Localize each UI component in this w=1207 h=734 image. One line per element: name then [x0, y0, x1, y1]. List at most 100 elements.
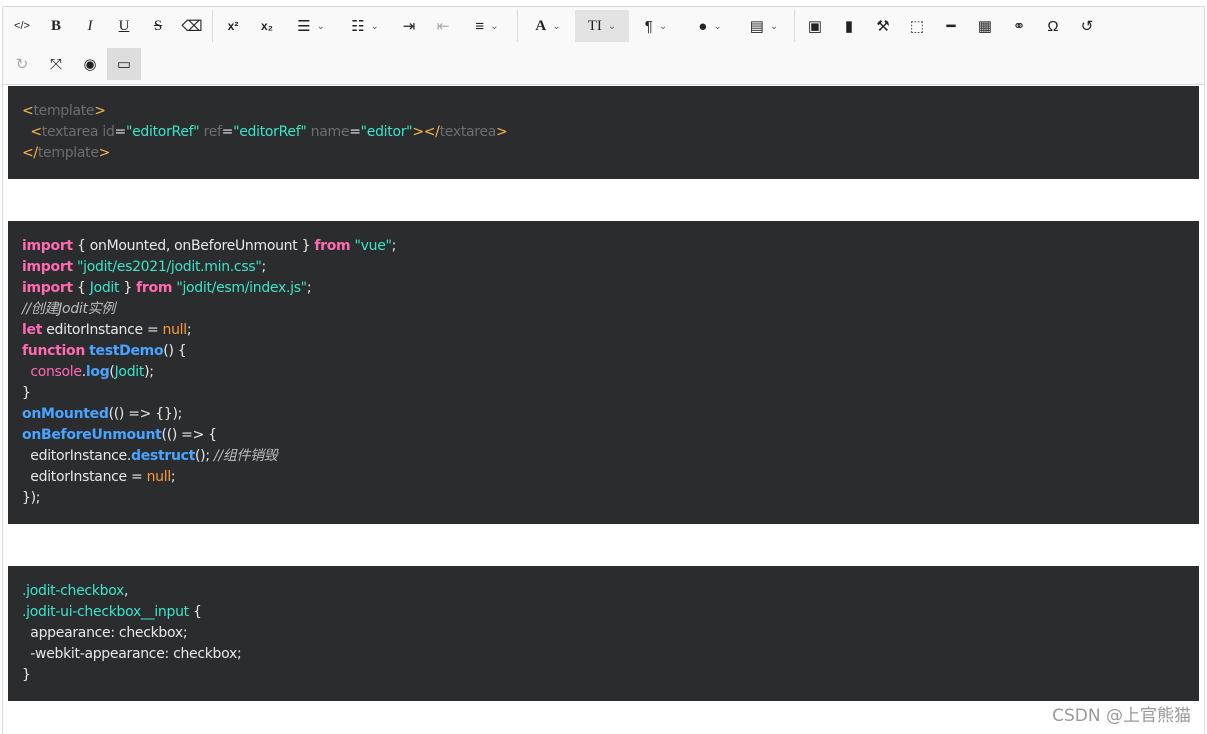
ordered-list-icon: ☷ — [351, 17, 365, 35]
toolbar-row-1: </> B I U S ⌫ x² x₂ ☰ ⌄ ☷ ⌄ ⇥ ⇤ ≡ ⌄ A ⌄ TI ⌄ ¶ ⌄ ● ⌄ ▤ ⌄ ▣ ▮ ⚒ ⬚ ━ ▦ ⚭ Ω ↺ — [3, 7, 1204, 45]
font-size-icon: TI — [587, 17, 602, 34]
underline-button[interactable]: U — [107, 10, 141, 42]
horizontal-rule-button[interactable]: ━ — [934, 10, 968, 42]
line-height-icon: ▤ — [749, 17, 764, 35]
code-token: { — [72, 280, 90, 296]
table-button[interactable]: ▦ — [968, 10, 1002, 42]
toolbar-separator — [212, 10, 213, 42]
code-token: //创建Jodit实例 — [22, 301, 116, 317]
indent-button[interactable]: ⇥ — [392, 10, 426, 42]
preview-button[interactable]: ◉ — [73, 48, 107, 80]
code-block[interactable]: <template> <textarea id="editorRef" ref=… — [8, 86, 1199, 179]
code-block-button[interactable]: ▭ — [107, 48, 141, 80]
redo-button[interactable]: ↻ — [5, 48, 39, 80]
code-token: } — [22, 667, 31, 683]
code-token: testDemo — [89, 343, 164, 359]
undo-icon: ↺ — [1080, 17, 1094, 35]
code-token: onBeforeUnmount — [22, 427, 162, 443]
editor-content[interactable]: <template> <textarea id="editorRef" ref=… — [8, 86, 1199, 701]
code-token: > — [496, 124, 508, 140]
fullscreen-button[interactable]: ⤧ — [39, 48, 73, 80]
image-button[interactable]: ▣ — [798, 10, 832, 42]
code-token: </ — [22, 145, 38, 161]
unordered-list-icon: ☰ — [297, 17, 311, 35]
code-block[interactable]: import { onMounted, onBeforeUnmount } fr… — [8, 221, 1199, 524]
chevron-down-icon: ⌄ — [316, 20, 325, 32]
code-line: } — [22, 383, 1185, 404]
code-token: "vue" — [354, 238, 392, 254]
italic-button[interactable]: I — [73, 10, 107, 42]
code-token: -webkit-appearance: checkbox; — [22, 646, 242, 662]
outdent-button[interactable]: ⇤ — [426, 10, 460, 42]
code-line: <template> — [22, 101, 1185, 122]
ordered-list-button[interactable]: ☷ ⌄ — [338, 10, 392, 42]
code-token: from — [136, 280, 173, 296]
code-token: import — [22, 259, 73, 275]
code-token: ; — [391, 238, 397, 254]
unordered-list-button[interactable]: ☰ ⌄ — [284, 10, 338, 42]
code-token: } — [22, 385, 31, 401]
code-token: editorInstance. — [22, 448, 131, 464]
watermark: CSDN @上官熊猫 — [1052, 706, 1191, 726]
code-line: }); — [22, 488, 1185, 509]
subscript-icon: x₂ — [260, 19, 273, 33]
code-line: import { onMounted, onBeforeUnmount } fr… — [22, 236, 1185, 257]
code-line: -webkit-appearance: checkbox; — [22, 644, 1185, 665]
select-all-icon: ⬚ — [909, 17, 925, 35]
superscript-icon: x² — [227, 19, 239, 33]
code-token: editorInstance = — [22, 469, 147, 485]
code-token: //组件销毁 — [213, 448, 278, 464]
code-token: null — [162, 322, 188, 338]
copy-format-button[interactable]: ⚒ — [866, 10, 900, 42]
code-token: = — [114, 124, 127, 140]
font-button[interactable]: A ⌄ — [521, 10, 575, 42]
paragraph-icon: ¶ — [644, 17, 653, 35]
code-token: Jodit — [114, 364, 145, 380]
align-button[interactable]: ≡ ⌄ — [460, 10, 514, 42]
undo-button[interactable]: ↺ — [1070, 10, 1104, 42]
code-token: template — [33, 103, 95, 119]
code-token: } — [119, 280, 137, 296]
special-char-button[interactable]: Ω — [1036, 10, 1070, 42]
code-token: from — [314, 238, 351, 254]
chevron-down-icon: ⌄ — [490, 20, 499, 32]
line-height-button[interactable]: ▤ ⌄ — [737, 10, 791, 42]
color-icon: ● — [698, 17, 708, 35]
code-token: id — [102, 124, 115, 140]
superscript-button[interactable]: x² — [216, 10, 250, 42]
eraser-icon: ⌫ — [181, 17, 203, 35]
code-token: ref — [203, 124, 222, 140]
eraser-button[interactable]: ⌫ — [175, 10, 209, 42]
code-token: ; — [306, 280, 312, 296]
link-button[interactable]: ⚭ — [1002, 10, 1036, 42]
code-token: }); — [22, 490, 41, 506]
file-button[interactable]: ▮ — [832, 10, 866, 42]
code-line: //创建Jodit实例 — [22, 299, 1185, 320]
subscript-button[interactable]: x₂ — [250, 10, 284, 42]
bold-button[interactable]: B — [39, 10, 73, 42]
code-token: import — [22, 238, 73, 254]
code-token: "editorRef" — [233, 124, 307, 140]
source-code-button[interactable]: </> — [5, 10, 39, 42]
chevron-down-icon: ⌄ — [658, 20, 668, 32]
code-token: () { — [163, 343, 187, 359]
color-button[interactable]: ● ⌄ — [683, 10, 737, 42]
code-token: ></ — [412, 124, 440, 140]
code-line: editorInstance.destruct(); //组件销毁 — [22, 446, 1185, 467]
code-token: ; — [186, 322, 192, 338]
select-all-button[interactable]: ⬚ — [900, 10, 934, 42]
code-token: textarea — [41, 124, 99, 140]
code-line: onBeforeUnmount(() => { — [22, 425, 1185, 446]
paragraph-button[interactable]: ¶ ⌄ — [629, 10, 683, 42]
code-token: = — [221, 124, 234, 140]
code-block[interactable]: .jodit-checkbox, .jodit-ui-checkbox__inpu… — [8, 566, 1199, 701]
chevron-down-icon: ⌄ — [769, 20, 779, 32]
font-size-button[interactable]: TI ⌄ — [575, 10, 629, 42]
code-token: "jodit/esm/index.js" — [176, 280, 307, 296]
bold-icon: B — [50, 17, 61, 34]
code-token: function — [22, 343, 85, 359]
code-line: editorInstance = null; — [22, 467, 1185, 488]
strikethrough-button[interactable]: S — [141, 10, 175, 42]
table-icon: ▦ — [977, 17, 993, 35]
